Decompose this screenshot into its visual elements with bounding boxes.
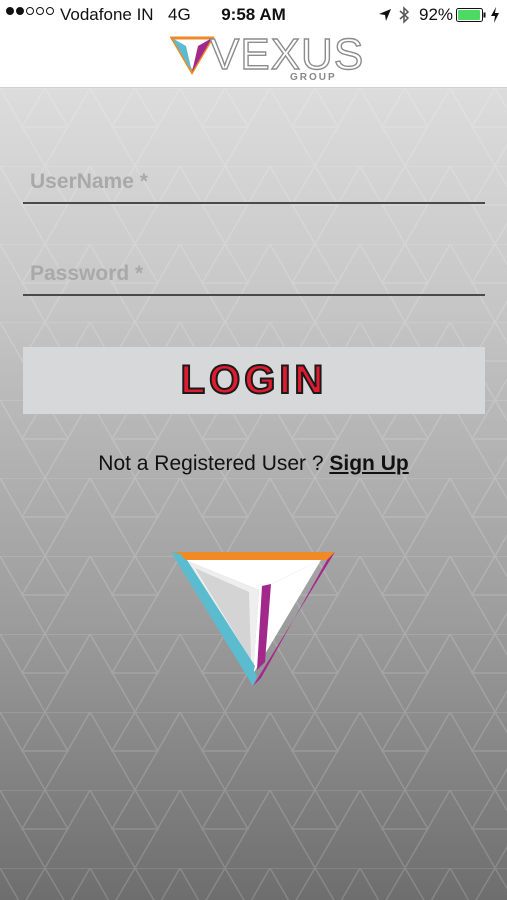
register-prompt: Not a Registered User ? Sign Up [0,452,507,476]
sign-up-link[interactable]: Sign Up [329,452,408,475]
background-pattern [0,88,507,900]
password-input[interactable] [23,254,485,294]
bluetooth-icon [399,6,410,24]
register-text: Not a Registered User ? [98,452,330,475]
network-type: 4G [168,5,191,24]
status-bar: Vodafone IN 4G 9:58 AM 92% [0,0,507,30]
username-input[interactable] [23,162,485,202]
brand-subtitle: GROUP [290,72,337,83]
username-field [23,162,485,204]
battery-percent: 92% [419,5,454,24]
login-button-label: LOGIN [180,357,328,403]
battery-icon [456,8,486,22]
brand-name: VEXUS [209,29,365,79]
carrier-label: Vodafone IN [60,5,154,24]
status-time: 9:58 AM [221,5,286,24]
login-screen: LOGIN Not a Registered User ? Sign Up [0,88,507,900]
charging-bolt-icon [491,7,499,23]
app-header: VEXUS GROUP [0,29,507,88]
login-button[interactable]: LOGIN [23,347,485,414]
location-arrow-icon [379,9,391,21]
password-field [23,254,485,296]
vexus-emblem-icon [171,552,335,686]
signal-strength-icon [6,7,54,15]
